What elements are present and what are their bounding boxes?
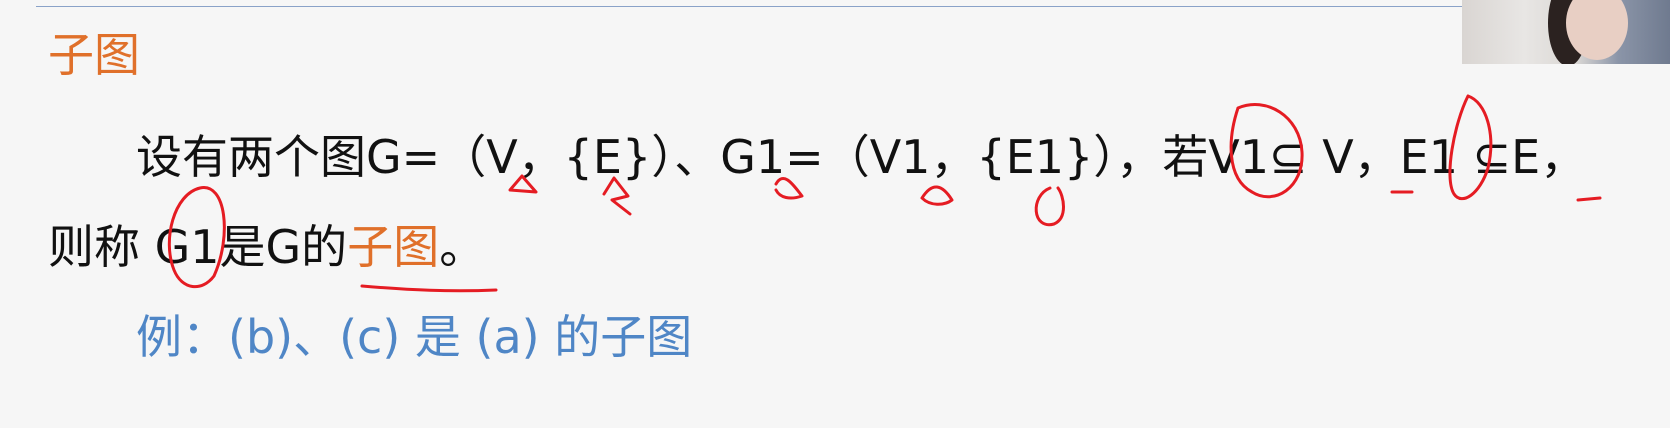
top-rule bbox=[36, 6, 1466, 7]
mark-under-e1 bbox=[1034, 186, 1065, 227]
underline-subgraph bbox=[360, 284, 498, 293]
subgraph-term: 子图 bbox=[347, 220, 440, 274]
definition-line-1: 设有两个图G=（V，{E}）、G1=（V1，{E1}），若V1⊆ V，E1 ⊆E… bbox=[136, 130, 1587, 184]
dash-under-e bbox=[1576, 196, 1602, 202]
example-line: 例：(b)、(c) 是 (a) 的子图 bbox=[136, 310, 693, 364]
definition-suffix: 。 bbox=[439, 220, 486, 274]
webcam-overlay bbox=[1462, 0, 1670, 64]
section-title: 子图 bbox=[48, 28, 140, 82]
definition-line-2: 则称 G1是G的子图。 bbox=[48, 216, 485, 278]
definition-prefix: 则称 G1是G的 bbox=[48, 220, 348, 274]
mark-under-v1 bbox=[920, 185, 954, 206]
